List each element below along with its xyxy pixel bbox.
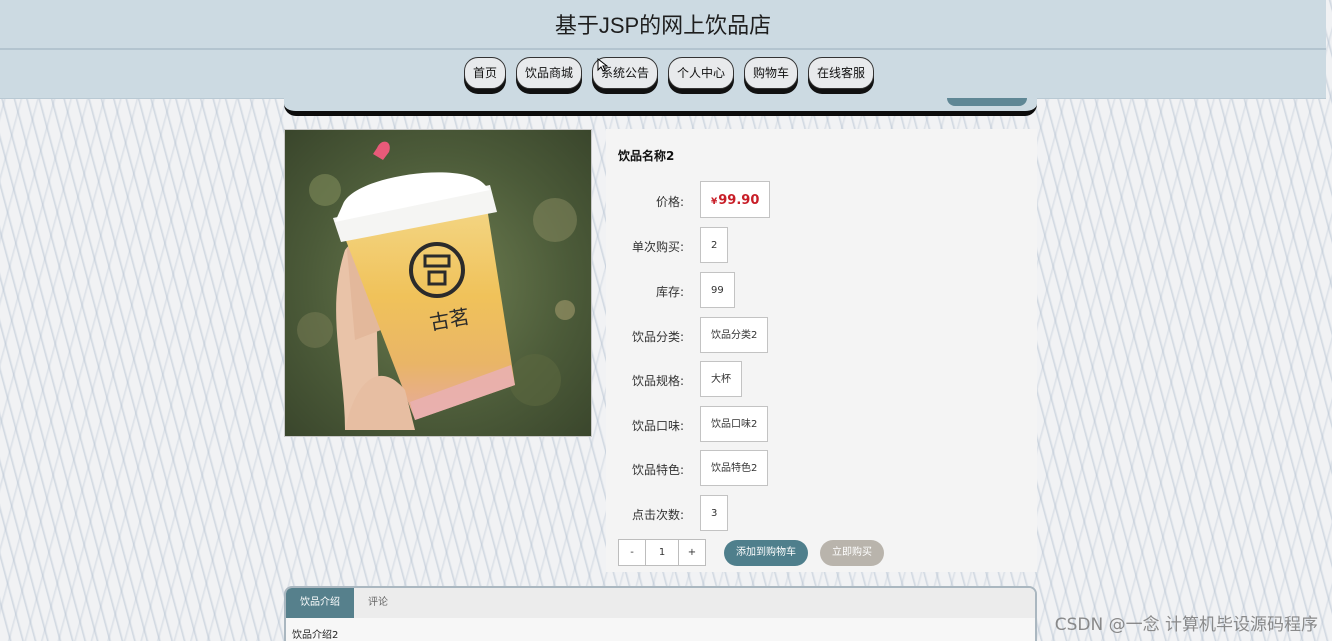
nav-item-cart[interactable]: 购物车 (744, 57, 799, 89)
site-title: 基于JSP的网上饮品店 (554, 13, 772, 38)
spec-label: 饮品规格: (631, 374, 684, 388)
quantity-decrease-button[interactable]: - (619, 540, 645, 565)
flavor-label: 饮品口味: (631, 419, 684, 433)
category-label: 饮品分类: (631, 330, 684, 344)
search-button[interactable] (947, 98, 1027, 106)
quantity-increase-button[interactable]: + (679, 540, 705, 565)
stock-value: 99 (700, 272, 735, 308)
feature-label: 饮品特色: (631, 463, 684, 477)
main-nav: 首页 饮品商城 系统公告 个人中心 购物车 在线客服 (0, 57, 1326, 89)
product-photo-icon: 古茗 (285, 130, 591, 436)
quantity-stepper: - 1 + (618, 539, 706, 566)
nav-item-home[interactable]: 首页 (463, 57, 506, 89)
spec-value: 大杯 (700, 361, 742, 397)
stock-label: 库存: (655, 285, 684, 299)
tab-drink-intro[interactable]: 饮品介绍 (286, 588, 354, 618)
search-bar-strip (284, 98, 1037, 116)
add-to-cart-button[interactable]: 添加到购物车 (724, 540, 808, 566)
price-currency: ¥ (711, 197, 718, 207)
site-header: 基于JSP的网上饮品店 首页 饮品商城 系统公告 个人中心 购物车 在线客服 (0, 0, 1326, 99)
single-purchase-label: 单次购买: (631, 240, 684, 254)
nav-item-online-service[interactable]: 在线客服 (808, 57, 875, 89)
category-value: 饮品分类2 (700, 317, 769, 353)
mouse-cursor-icon (597, 58, 609, 72)
quantity-input[interactable]: 1 (645, 540, 679, 565)
product-name: 饮品名称2 (618, 149, 675, 163)
tab-content: 饮品介绍2 (292, 630, 339, 641)
nav-item-personal-center[interactable]: 个人中心 (668, 57, 735, 89)
feature-value: 饮品特色2 (700, 450, 769, 486)
single-purchase-value: 2 (700, 227, 729, 263)
product-image: 古茗 (284, 129, 592, 437)
flavor-value: 饮品口味2 (700, 406, 769, 442)
price-label: 价格: (655, 195, 684, 209)
tab-bar: 饮品介绍 评论 (286, 588, 1035, 618)
product-tabs: 饮品介绍 评论 饮品介绍2 (284, 586, 1037, 641)
tab-comments[interactable]: 评论 (354, 588, 402, 618)
header-divider (0, 48, 1326, 50)
buy-now-button[interactable]: 立即购买 (820, 540, 884, 566)
clicks-label: 点击次数: (631, 508, 684, 522)
product-info-panel: 饮品名称2 价格: ¥99.90 单次购买: 2 库存: 99 饮品分类: 饮品… (606, 129, 1037, 572)
price-amount: 99.90 (718, 193, 760, 208)
price-value: ¥99.90 (700, 181, 771, 218)
clicks-value: 3 (700, 495, 729, 531)
nav-item-drink-mall[interactable]: 饮品商城 (515, 57, 582, 89)
watermark: CSDN @一念 计算机毕设源码程序 (1054, 615, 1318, 635)
